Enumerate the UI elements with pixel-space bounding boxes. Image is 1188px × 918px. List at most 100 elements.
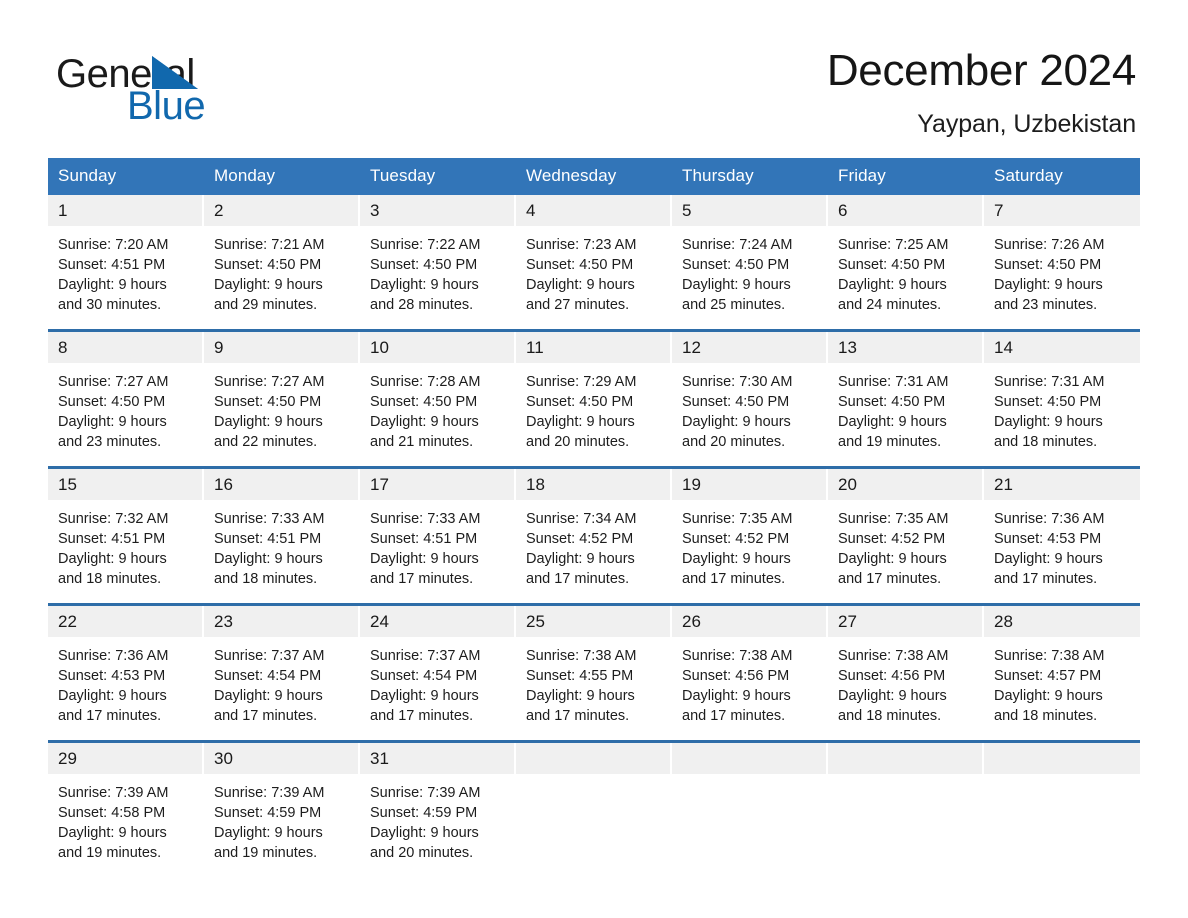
day-number: 7 (984, 195, 1140, 226)
calendar-day-cell[interactable]: 25 Sunrise: 7:38 AM Sunset: 4:55 PM Dayligh… (516, 606, 672, 730)
calendar-day-cell[interactable]: 13 Sunrise: 7:31 AM Sunset: 4:50 PM Dayligh… (828, 332, 984, 456)
day-sunrise-text: Sunrise: 7:24 AM (682, 237, 793, 253)
day-sun-info (828, 774, 984, 787)
location-subtitle: Yaypan, Uzbekistan (917, 110, 1136, 139)
day-number: 15 (48, 469, 204, 500)
calendar-day-cell[interactable]: 2 Sunrise: 7:21 AM Sunset: 4:50 PM Daylight… (204, 195, 360, 319)
day-number: 25 (516, 606, 672, 637)
day-sunset-text: Sunset: 4:50 PM (526, 394, 634, 410)
day-sun-info: Sunrise: 7:38 AM Sunset: 4:56 PM Daylight:… (828, 637, 984, 730)
calendar-day-cell[interactable]: 8 Sunrise: 7:27 AM Sunset: 4:50 PM Daylight… (48, 332, 204, 456)
calendar-day-cell[interactable]: 12 Sunrise: 7:30 AM Sunset: 4:50 PM Dayligh… (672, 332, 828, 456)
calendar-day-cell[interactable]: 19 Sunrise: 7:35 AM Sunset: 4:52 PM Dayligh… (672, 469, 828, 593)
calendar-day-cell[interactable]: 16 Sunrise: 7:33 AM Sunset: 4:51 PM Dayligh… (204, 469, 360, 593)
day-sunset-text: Sunset: 4:56 PM (682, 668, 790, 684)
day-sun-info: Sunrise: 7:34 AM Sunset: 4:52 PM Daylight:… (516, 500, 672, 593)
calendar-day-cell[interactable]: 1 Sunrise: 7:20 AM Sunset: 4:51 PM Daylight… (48, 195, 204, 319)
day-number: 4 (516, 195, 672, 226)
calendar-day-cell[interactable]: 17 Sunrise: 7:33 AM Sunset: 4:51 PM Dayligh… (360, 469, 516, 593)
day-sunrise-text: Sunrise: 7:37 AM (214, 648, 325, 664)
day-daylight-line1-text: Daylight: 9 hours (214, 414, 323, 430)
day-number: 31 (360, 743, 516, 774)
general-blue-logo[interactable]: General Blue (56, 44, 286, 128)
day-sunrise-text: Sunrise: 7:35 AM (682, 511, 793, 527)
calendar-day-cell[interactable]: 11 Sunrise: 7:29 AM Sunset: 4:50 PM Dayligh… (516, 332, 672, 456)
day-daylight-line1-text: Daylight: 9 hours (370, 825, 479, 841)
calendar-day-cell[interactable]: 21 Sunrise: 7:36 AM Sunset: 4:53 PM Dayligh… (984, 469, 1140, 593)
day-sunrise-text: Sunrise: 7:33 AM (214, 511, 325, 527)
calendar-day-cell[interactable]: 22 Sunrise: 7:36 AM Sunset: 4:53 PM Dayligh… (48, 606, 204, 730)
day-daylight-line1-text: Daylight: 9 hours (58, 414, 167, 430)
calendar-day-cell[interactable]: 4 Sunrise: 7:23 AM Sunset: 4:50 PM Daylight… (516, 195, 672, 319)
calendar-day-cell[interactable]: 5 Sunrise: 7:24 AM Sunset: 4:50 PM Daylight… (672, 195, 828, 319)
day-daylight-line2-text: and 27 minutes. (526, 297, 630, 313)
day-number: 17 (360, 469, 516, 500)
logo-text-blue: Blue (127, 84, 206, 128)
calendar-week-row: 1 Sunrise: 7:20 AM Sunset: 4:51 PM Daylight… (48, 195, 1140, 319)
day-daylight-line2-text: and 17 minutes. (526, 708, 630, 724)
day-sunrise-text: Sunrise: 7:34 AM (526, 511, 637, 527)
day-daylight-line2-text: and 17 minutes. (682, 571, 786, 587)
day-daylight-line2-text: and 19 minutes. (58, 845, 162, 861)
day-number: 11 (516, 332, 672, 363)
day-number: 20 (828, 469, 984, 500)
calendar-day-cell[interactable]: 27 Sunrise: 7:38 AM Sunset: 4:56 PM Dayligh… (828, 606, 984, 730)
day-daylight-line1-text: Daylight: 9 hours (214, 277, 323, 293)
calendar-day-cell[interactable]: 15 Sunrise: 7:32 AM Sunset: 4:51 PM Dayligh… (48, 469, 204, 593)
calendar-day-cell[interactable]: 26 Sunrise: 7:38 AM Sunset: 4:56 PM Dayligh… (672, 606, 828, 730)
calendar-day-cell[interactable]: 23 Sunrise: 7:37 AM Sunset: 4:54 PM Dayligh… (204, 606, 360, 730)
day-number: 22 (48, 606, 204, 637)
day-number: 16 (204, 469, 360, 500)
day-sun-info: Sunrise: 7:38 AM Sunset: 4:57 PM Daylight:… (984, 637, 1140, 730)
calendar-empty-cell (672, 743, 828, 867)
day-number: 14 (984, 332, 1140, 363)
calendar-day-cell[interactable]: 18 Sunrise: 7:34 AM Sunset: 4:52 PM Dayligh… (516, 469, 672, 593)
day-daylight-line1-text: Daylight: 9 hours (838, 277, 947, 293)
day-daylight-line1-text: Daylight: 9 hours (214, 551, 323, 567)
day-sun-info: Sunrise: 7:27 AM Sunset: 4:50 PM Daylight:… (204, 363, 360, 456)
day-sunset-text: Sunset: 4:51 PM (214, 531, 322, 547)
day-daylight-line2-text: and 30 minutes. (58, 297, 162, 313)
calendar-day-cell[interactable]: 10 Sunrise: 7:28 AM Sunset: 4:50 PM Dayligh… (360, 332, 516, 456)
day-sunrise-text: Sunrise: 7:28 AM (370, 374, 481, 390)
calendar-day-cell[interactable]: 9 Sunrise: 7:27 AM Sunset: 4:50 PM Daylight… (204, 332, 360, 456)
day-sunset-text: Sunset: 4:51 PM (58, 257, 166, 273)
day-daylight-line2-text: and 23 minutes. (994, 297, 1098, 313)
day-sunset-text: Sunset: 4:50 PM (994, 257, 1102, 273)
day-sun-info: Sunrise: 7:30 AM Sunset: 4:50 PM Daylight:… (672, 363, 828, 456)
day-daylight-line1-text: Daylight: 9 hours (682, 414, 791, 430)
weekday-header-wednesday: Wednesday (526, 166, 617, 185)
calendar-day-cell[interactable]: 24 Sunrise: 7:37 AM Sunset: 4:54 PM Dayligh… (360, 606, 516, 730)
calendar-day-cell[interactable]: 6 Sunrise: 7:25 AM Sunset: 4:50 PM Daylight… (828, 195, 984, 319)
day-daylight-line1-text: Daylight: 9 hours (994, 551, 1103, 567)
day-number: 30 (204, 743, 360, 774)
day-number: 21 (984, 469, 1140, 500)
calendar-day-cell[interactable]: 7 Sunrise: 7:26 AM Sunset: 4:50 PM Daylight… (984, 195, 1140, 319)
day-sun-info: Sunrise: 7:36 AM Sunset: 4:53 PM Daylight:… (984, 500, 1140, 593)
calendar-day-cell[interactable]: 14 Sunrise: 7:31 AM Sunset: 4:50 PM Dayligh… (984, 332, 1140, 456)
day-sunset-text: Sunset: 4:53 PM (58, 668, 166, 684)
day-sunset-text: Sunset: 4:52 PM (526, 531, 634, 547)
day-sunrise-text: Sunrise: 7:39 AM (214, 785, 325, 801)
calendar-day-cell[interactable]: 3 Sunrise: 7:22 AM Sunset: 4:50 PM Daylight… (360, 195, 516, 319)
day-sun-info: Sunrise: 7:39 AM Sunset: 4:59 PM Daylight:… (360, 774, 516, 867)
day-daylight-line1-text: Daylight: 9 hours (214, 825, 323, 841)
day-sunrise-text: Sunrise: 7:38 AM (994, 648, 1105, 664)
calendar-day-cell[interactable]: 28 Sunrise: 7:38 AM Sunset: 4:57 PM Dayligh… (984, 606, 1140, 730)
day-sunrise-text: Sunrise: 7:25 AM (838, 237, 949, 253)
weekday-header-friday: Friday (838, 166, 886, 185)
day-daylight-line2-text: and 17 minutes. (214, 708, 318, 724)
day-number (672, 743, 828, 774)
day-daylight-line1-text: Daylight: 9 hours (994, 688, 1103, 704)
day-sun-info: Sunrise: 7:22 AM Sunset: 4:50 PM Daylight:… (360, 226, 516, 319)
calendar-day-cell[interactable]: 30 Sunrise: 7:39 AM Sunset: 4:59 PM Dayligh… (204, 743, 360, 867)
calendar-day-cell[interactable]: 31 Sunrise: 7:39 AM Sunset: 4:59 PM Dayligh… (360, 743, 516, 867)
day-sunset-text: Sunset: 4:50 PM (682, 394, 790, 410)
day-sunset-text: Sunset: 4:50 PM (682, 257, 790, 273)
calendar-day-cell[interactable]: 20 Sunrise: 7:35 AM Sunset: 4:52 PM Dayligh… (828, 469, 984, 593)
day-sun-info: Sunrise: 7:21 AM Sunset: 4:50 PM Daylight:… (204, 226, 360, 319)
calendar-day-cell[interactable]: 29 Sunrise: 7:39 AM Sunset: 4:58 PM Dayligh… (48, 743, 204, 867)
day-sunrise-text: Sunrise: 7:31 AM (838, 374, 949, 390)
day-sun-info: Sunrise: 7:38 AM Sunset: 4:55 PM Daylight:… (516, 637, 672, 730)
day-sunrise-text: Sunrise: 7:26 AM (994, 237, 1105, 253)
